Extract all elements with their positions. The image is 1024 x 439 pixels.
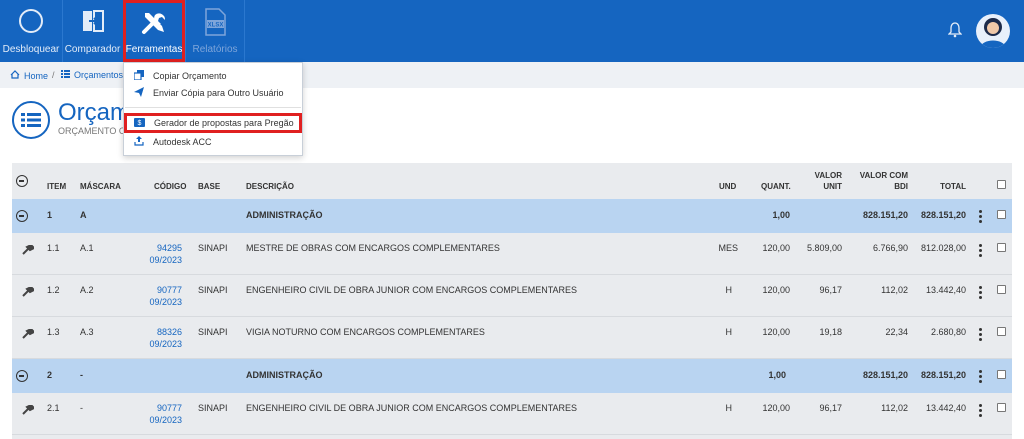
row-checkbox[interactable] — [997, 370, 1006, 379]
row-checkbox[interactable] — [997, 285, 1006, 294]
menu-item-send-copy[interactable]: Enviar Cópia para Outro Usuário — [134, 85, 300, 101]
upload-icon — [134, 136, 144, 148]
hammer-icon — [22, 403, 36, 417]
breadcrumb-home[interactable]: Home — [10, 70, 48, 81]
budget-table: ITEM MÁSCARA CÓDIGO BASE DESCRIÇÃO UND Q… — [12, 163, 1012, 439]
table-row[interactable]: 2.1 - 90777 09/2023 SINAPI ENGENHEIRO CI… — [12, 393, 1012, 435]
tools-icon — [140, 8, 168, 39]
more-options-icon[interactable] — [979, 328, 982, 343]
more-options-icon[interactable] — [979, 286, 982, 301]
row-checkbox[interactable] — [997, 403, 1006, 412]
table-row-group[interactable]: 2 - ADMINISTRAÇÃO 1,00 828.151,20 828.15… — [12, 359, 1012, 393]
compare-icon — [81, 8, 105, 37]
more-options-icon[interactable] — [979, 370, 982, 385]
code-link[interactable]: 90777 — [138, 403, 182, 413]
breadcrumb-current[interactable]: Orçamentos — [61, 70, 123, 80]
collapse-all-icon[interactable] — [16, 175, 28, 187]
top-navigation-bar: Desbloquear Comparador Ferramentas XLSX … — [0, 0, 1024, 62]
hammer-icon — [22, 285, 36, 299]
row-checkbox[interactable] — [997, 243, 1006, 252]
tools-dropdown-menu: Copiar Orçamento Enviar Cópia para Outro… — [123, 62, 303, 156]
more-options-icon[interactable] — [979, 244, 982, 259]
comparator-label: Comparador — [64, 44, 121, 55]
highlight-box — [124, 113, 302, 133]
avatar[interactable] — [976, 14, 1010, 48]
copy-icon — [133, 70, 144, 82]
unlock-label: Desbloquear — [2, 44, 60, 55]
hammer-icon — [22, 327, 36, 341]
code-link[interactable]: 90777 — [138, 285, 182, 295]
more-options-icon[interactable] — [979, 210, 982, 225]
table-row[interactable]: 1.2 A.2 90777 09/2023 SINAPI ENGENHEIRO … — [12, 275, 1012, 317]
comparator-button[interactable]: Comparador — [63, 0, 122, 62]
collapse-icon[interactable] — [16, 210, 28, 222]
table-row[interactable]: 1.1 A.1 94295 09/2023 SINAPI MESTRE DE O… — [12, 233, 1012, 275]
bell-icon[interactable] — [947, 22, 963, 43]
reports-button[interactable]: XLSX Relatórios — [186, 0, 244, 62]
xlsx-badge: XLSX — [208, 23, 224, 29]
send-icon — [134, 87, 144, 99]
page-subtitle: ORÇAMENTO OFICIAL — [58, 126, 124, 136]
menu-item-autodesk-acc[interactable]: Autodesk ACC — [134, 134, 300, 150]
budget-list-icon — [12, 101, 50, 139]
row-checkbox[interactable] — [997, 210, 1006, 219]
menu-item-copy-budget[interactable]: Copiar Orçamento — [133, 68, 300, 84]
xlsx-file-icon: XLSX — [204, 8, 226, 39]
hammer-icon — [22, 243, 36, 257]
table-header: ITEM MÁSCARA CÓDIGO BASE DESCRIÇÃO UND Q… — [12, 163, 1012, 199]
circle-icon — [18, 8, 44, 37]
reports-label: Relatórios — [192, 44, 238, 55]
tools-label: Ferramentas — [125, 44, 183, 55]
row-checkbox[interactable] — [997, 327, 1006, 336]
breadcrumb-separator: / — [52, 70, 55, 80]
code-link[interactable]: 88326 — [138, 327, 182, 337]
tools-button[interactable]: Ferramentas — [123, 0, 185, 62]
table-row[interactable]: 1.3 A.3 88326 09/2023 SINAPI VIGIA NOTUR… — [12, 317, 1012, 359]
code-link[interactable]: 94295 — [138, 243, 182, 253]
select-all-checkbox[interactable] — [997, 180, 1006, 189]
unlock-button[interactable]: Desbloquear — [0, 0, 62, 62]
collapse-icon[interactable] — [16, 370, 28, 382]
table-row-group[interactable]: 1 A ADMINISTRAÇÃO 1,00 828.151,20 828.15… — [12, 199, 1012, 233]
more-options-icon[interactable] — [979, 404, 982, 419]
list-icon — [61, 70, 70, 80]
home-icon — [10, 70, 20, 81]
page-title: Orçamento — [58, 99, 124, 126]
